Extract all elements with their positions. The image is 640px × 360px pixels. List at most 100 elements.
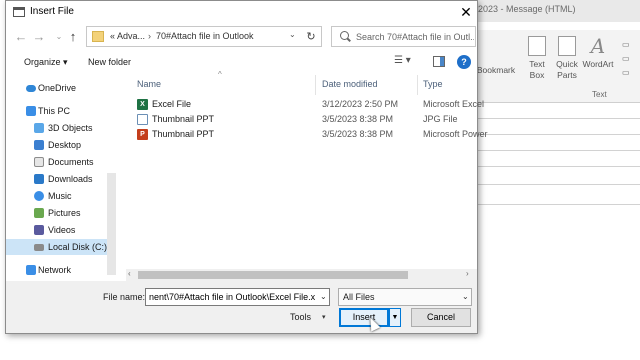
file-type-select[interactable]: All Files bbox=[338, 288, 472, 306]
navigation-scrollbar[interactable] bbox=[107, 173, 116, 275]
search-input[interactable] bbox=[356, 29, 474, 44]
bookmark-label: Bookmark bbox=[476, 65, 516, 75]
organize-button[interactable]: Organize ▾ bbox=[24, 57, 68, 68]
column-header-type[interactable]: Type bbox=[423, 79, 443, 89]
search-icon bbox=[340, 31, 349, 40]
nav-item-this-pc[interactable]: This PC bbox=[6, 103, 110, 119]
help-icon: ? bbox=[461, 57, 467, 67]
arrow-up-icon: ↑ bbox=[69, 29, 77, 44]
file-name: Thumbnail PPT bbox=[152, 114, 215, 124]
nav-item-label: This PC bbox=[38, 106, 71, 116]
insert-options-button[interactable]: ▼ bbox=[389, 308, 401, 327]
column-divider[interactable] bbox=[315, 75, 316, 95]
column-header-name[interactable]: Name bbox=[137, 79, 161, 89]
navigation-pane: OneDrive This PC 3D Objects Desktop Docu… bbox=[6, 73, 118, 285]
tools-button[interactable]: Tools bbox=[290, 312, 311, 322]
scroll-left-icon[interactable]: ‹ bbox=[128, 269, 131, 278]
video-icon bbox=[34, 225, 44, 235]
close-button[interactable]: ✕ bbox=[456, 3, 476, 21]
music-icon bbox=[34, 191, 44, 201]
text-box-label: Text Box bbox=[529, 59, 545, 80]
file-type-value: All Files bbox=[343, 292, 375, 302]
wordart-icon: A bbox=[590, 34, 606, 58]
nav-item-desktop[interactable]: Desktop bbox=[6, 137, 110, 153]
chevron-down-icon[interactable]: ⌄ bbox=[462, 292, 469, 301]
horizontal-scrollbar[interactable]: ‹ › bbox=[126, 269, 477, 281]
nav-item-onedrive[interactable]: OneDrive bbox=[6, 80, 110, 96]
file-name-input[interactable] bbox=[145, 288, 330, 306]
file-row[interactable]: P Thumbnail PPT 3/5/2023 8:38 PM Microso… bbox=[134, 127, 488, 142]
folder-icon bbox=[92, 31, 104, 42]
preview-pane-button[interactable] bbox=[433, 56, 445, 67]
file-date: 3/5/2023 8:38 PM bbox=[322, 129, 394, 139]
address-bar[interactable]: « Adva... › 70#Attach file in Outlook ⌄ bbox=[86, 26, 322, 47]
chevron-down-icon[interactable]: ⌄ bbox=[320, 292, 327, 301]
column-divider[interactable] bbox=[417, 75, 418, 95]
message-field-line bbox=[476, 134, 640, 135]
ribbon-side-icons: ▭ ▭ ▭ bbox=[622, 40, 630, 77]
tools-dropdown-icon[interactable]: ▾ bbox=[322, 313, 326, 321]
message-field-line bbox=[476, 150, 640, 151]
computer-icon bbox=[26, 106, 36, 116]
cube-icon bbox=[34, 123, 44, 133]
text-box-button[interactable]: Text Box bbox=[522, 36, 552, 81]
nav-item-label: Music bbox=[48, 191, 72, 201]
bookmark-button[interactable]: Bookmark bbox=[476, 65, 516, 76]
file-type: Microsoft Power bbox=[423, 129, 488, 139]
nav-item-label: Documents bbox=[48, 157, 94, 167]
wordart-label: WordArt bbox=[582, 59, 614, 69]
refresh-button[interactable]: ↻ bbox=[302, 29, 320, 45]
breadcrumb-separator-icon[interactable]: › bbox=[148, 31, 151, 41]
nav-item-downloads[interactable]: Downloads bbox=[6, 171, 110, 187]
arrow-right-icon: → bbox=[32, 29, 46, 44]
quick-parts-button[interactable]: Quick Parts bbox=[553, 36, 581, 81]
window-icon bbox=[13, 7, 25, 17]
message-field-line bbox=[476, 204, 640, 205]
nav-item-label: Network bbox=[38, 265, 72, 275]
excel-icon: X bbox=[137, 99, 148, 110]
nav-item-videos[interactable]: Videos bbox=[6, 222, 110, 238]
file-row[interactable]: Thumbnail PPT 3/5/2023 8:38 PM JPG File bbox=[134, 112, 477, 127]
wordart-button[interactable]: A WordArt bbox=[580, 36, 616, 70]
sort-ascending-icon: ^ bbox=[218, 70, 222, 79]
file-type: JPG File bbox=[423, 114, 458, 124]
nav-item-label: Local Disk (C:) bbox=[48, 242, 108, 252]
scroll-right-icon[interactable]: › bbox=[466, 269, 469, 278]
breadcrumb-item-parent[interactable]: « Adva... bbox=[110, 31, 145, 41]
insert-button[interactable]: Insert bbox=[339, 308, 389, 327]
nav-item-label: Pictures bbox=[48, 208, 81, 218]
chevron-down-icon: ⌄ bbox=[55, 32, 63, 41]
nav-item-3d-objects[interactable]: 3D Objects bbox=[6, 120, 110, 136]
back-button[interactable]: ← bbox=[13, 29, 29, 45]
up-button[interactable]: ↑ bbox=[65, 29, 81, 45]
image-icon bbox=[137, 114, 148, 125]
file-row[interactable]: X Excel File 3/12/2023 2:50 PM Microsoft… bbox=[134, 97, 484, 112]
nav-item-music[interactable]: Music bbox=[6, 188, 110, 204]
view-options-button[interactable]: ☰ ▾ bbox=[394, 55, 420, 69]
breadcrumb-item-current[interactable]: 70#Attach file in Outlook bbox=[156, 31, 254, 41]
new-folder-button[interactable]: New folder bbox=[88, 57, 131, 67]
nav-item-local-disk[interactable]: Local Disk (C:) bbox=[6, 239, 110, 255]
nav-item-pictures[interactable]: Pictures bbox=[6, 205, 110, 221]
column-header-date-modified[interactable]: Date modified bbox=[322, 79, 378, 89]
scrollbar-thumb[interactable] bbox=[138, 271, 408, 279]
message-field-line bbox=[476, 184, 640, 185]
nav-item-label: Videos bbox=[48, 225, 76, 235]
network-icon bbox=[26, 265, 36, 275]
cancel-button[interactable]: Cancel bbox=[411, 308, 471, 327]
nav-item-network[interactable]: Network bbox=[6, 262, 110, 278]
insert-file-dialog: Insert File ✕ ← → ⌄ ↑ « Adva... › 70#Att… bbox=[5, 0, 488, 334]
help-button[interactable]: ? bbox=[457, 55, 471, 69]
ribbon-divider bbox=[476, 102, 640, 103]
file-name: Excel File bbox=[152, 99, 192, 109]
chevron-down-icon[interactable]: ⌄ bbox=[289, 30, 296, 39]
forward-button[interactable]: → bbox=[31, 29, 47, 45]
quick-parts-icon bbox=[558, 36, 576, 56]
nav-item-documents[interactable]: Documents bbox=[6, 154, 110, 170]
document-icon bbox=[34, 157, 44, 167]
file-name: Thumbnail PPT bbox=[152, 129, 215, 139]
nav-item-label: Desktop bbox=[48, 140, 82, 150]
list-view-icon: ☰ ▾ bbox=[394, 55, 411, 66]
close-icon: ✕ bbox=[460, 4, 472, 20]
search-box[interactable] bbox=[331, 26, 476, 47]
